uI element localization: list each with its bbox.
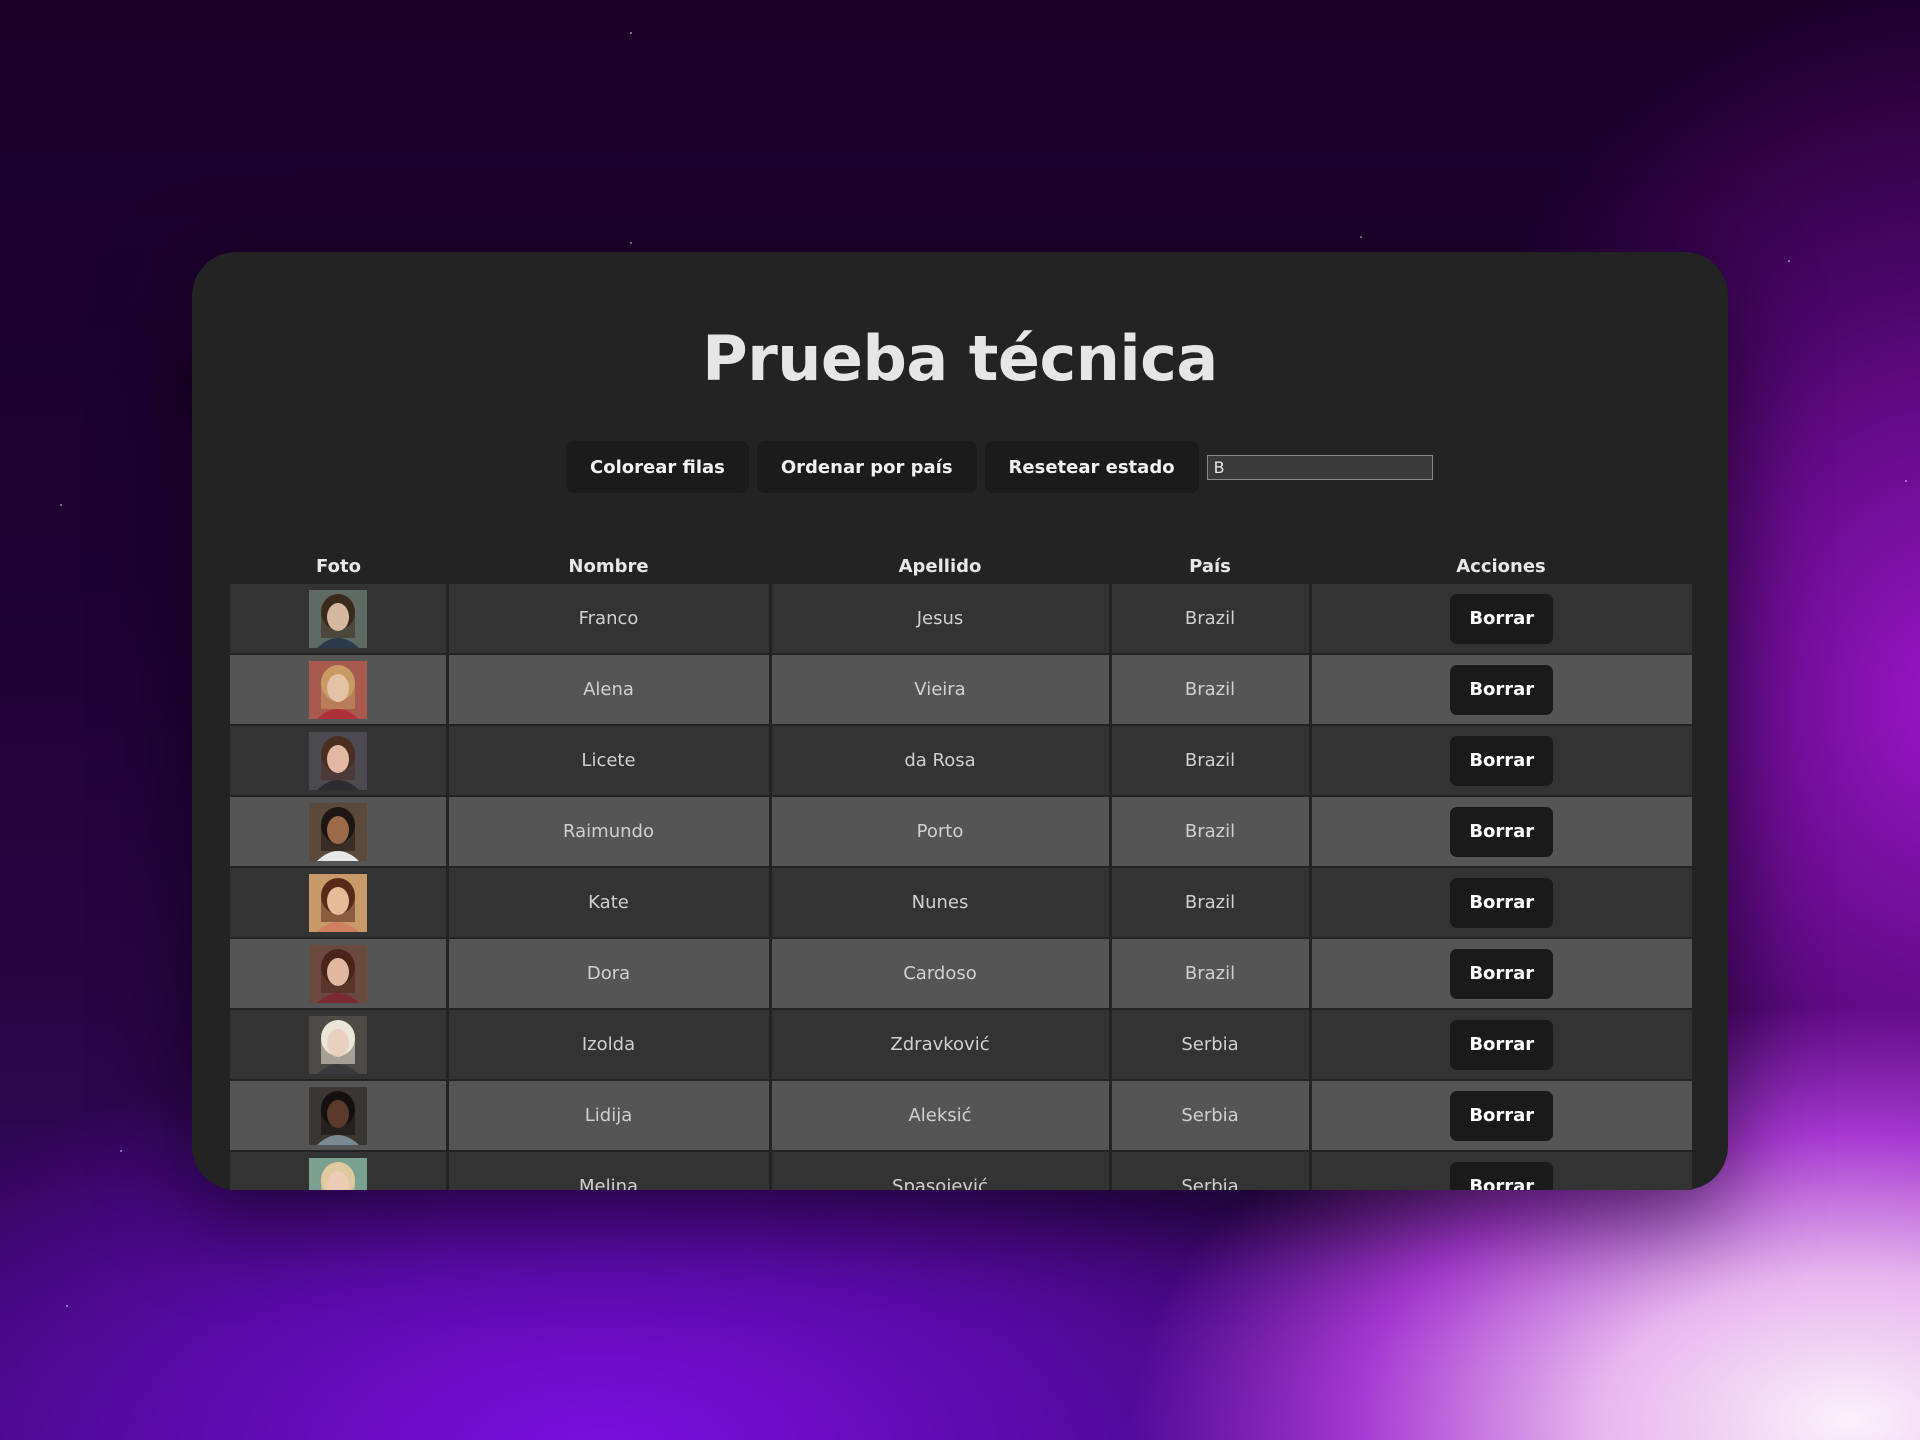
country-filter-input[interactable]	[1206, 454, 1433, 480]
first-name-cell: Lidija	[447, 1080, 772, 1152]
column-header-last-name[interactable]: Apellido	[770, 548, 1110, 584]
table-row: Franco Jesus Brazil Borrar	[230, 584, 1692, 655]
column-header-country[interactable]: País	[1110, 548, 1310, 584]
delete-button[interactable]: Borrar	[1450, 664, 1554, 715]
background-star	[1360, 236, 1362, 238]
last-name-cell: Porto	[770, 796, 1112, 868]
photo-cell	[230, 1009, 449, 1081]
avatar	[308, 589, 367, 648]
delete-button[interactable]: Borrar	[1450, 1019, 1554, 1070]
country-cell: Serbia	[1110, 1080, 1312, 1152]
avatar	[308, 1157, 367, 1190]
table-body: Franco Jesus Brazil Borrar Alena Vieira Brazil…	[230, 584, 1692, 1190]
last-name-cell: Aleksić	[770, 1080, 1112, 1152]
avatar	[308, 1015, 367, 1074]
country-cell: Brazil	[1110, 725, 1312, 797]
last-name-cell: Spasojević	[770, 1151, 1112, 1190]
actions-cell: Borrar	[1310, 867, 1692, 939]
users-table-container: Foto Nombre Apellido País Acciones Franc…	[230, 548, 1692, 1190]
avatar	[308, 802, 367, 861]
actions-cell: Borrar	[1310, 1009, 1692, 1081]
photo-cell	[230, 584, 449, 655]
sort-by-country-button[interactable]: Ordenar por país	[756, 441, 977, 493]
last-name-cell: Vieira	[770, 654, 1112, 726]
photo-cell	[230, 1151, 449, 1190]
photo-cell	[230, 654, 449, 726]
background-star	[120, 1150, 122, 1152]
actions-cell: Borrar	[1310, 1080, 1692, 1152]
page-title: Prueba técnica	[702, 322, 1218, 395]
first-name-cell: Raimundo	[447, 796, 772, 868]
table-row: Melina Spasojević Serbia Borrar	[230, 1151, 1692, 1190]
last-name-cell: da Rosa	[770, 725, 1112, 797]
table-row: Alena Vieira Brazil Borrar	[230, 654, 1692, 726]
country-cell: Brazil	[1110, 867, 1312, 939]
reset-state-button[interactable]: Resetear estado	[984, 441, 1199, 493]
actions-cell: Borrar	[1310, 1151, 1692, 1190]
avatar	[308, 1086, 367, 1145]
background-star	[66, 1305, 68, 1307]
column-header-photo[interactable]: Foto	[230, 548, 447, 584]
photo-cell	[230, 796, 449, 868]
last-name-cell: Jesus	[770, 584, 1112, 655]
first-name-cell: Kate	[447, 867, 772, 939]
last-name-cell: Cardoso	[770, 938, 1112, 1010]
avatar	[308, 944, 367, 1003]
photo-cell	[230, 867, 449, 939]
first-name-cell: Dora	[447, 938, 772, 1010]
toolbar: Colorear filas Ordenar por país Resetear…	[566, 441, 1433, 493]
country-cell: Brazil	[1110, 654, 1312, 726]
first-name-cell: Izolda	[447, 1009, 772, 1081]
avatar	[308, 731, 367, 790]
table-header-row: Foto Nombre Apellido País Acciones	[230, 548, 1692, 584]
column-header-first-name[interactable]: Nombre	[447, 548, 770, 584]
photo-cell	[230, 725, 449, 797]
country-cell: Brazil	[1110, 938, 1312, 1010]
table-row: Lidija Aleksić Serbia Borrar	[230, 1080, 1692, 1152]
delete-button[interactable]: Borrar	[1450, 593, 1554, 644]
first-name-cell: Franco	[447, 584, 772, 655]
avatar	[308, 660, 367, 719]
first-name-cell: Melina	[447, 1151, 772, 1190]
country-cell: Serbia	[1110, 1009, 1312, 1081]
first-name-cell: Alena	[447, 654, 772, 726]
background-star	[1905, 480, 1907, 482]
first-name-cell: Licete	[447, 725, 772, 797]
actions-cell: Borrar	[1310, 584, 1692, 655]
actions-cell: Borrar	[1310, 796, 1692, 868]
table-row: Dora Cardoso Brazil Borrar	[230, 938, 1692, 1010]
table-row: Raimundo Porto Brazil Borrar	[230, 796, 1692, 868]
table-row: Licete da Rosa Brazil Borrar	[230, 725, 1692, 797]
delete-button[interactable]: Borrar	[1450, 877, 1554, 928]
delete-button[interactable]: Borrar	[1450, 806, 1554, 857]
table-row: Kate Nunes Brazil Borrar	[230, 867, 1692, 939]
photo-cell	[230, 938, 449, 1010]
users-table: Foto Nombre Apellido País Acciones Franc…	[230, 548, 1692, 1190]
actions-cell: Borrar	[1310, 938, 1692, 1010]
delete-button[interactable]: Borrar	[1450, 735, 1554, 786]
avatar	[308, 873, 367, 932]
actions-cell: Borrar	[1310, 654, 1692, 726]
actions-cell: Borrar	[1310, 725, 1692, 797]
country-cell: Serbia	[1110, 1151, 1312, 1190]
background-star	[630, 242, 632, 244]
last-name-cell: Zdravković	[770, 1009, 1112, 1081]
photo-cell	[230, 1080, 449, 1152]
color-rows-button[interactable]: Colorear filas	[566, 441, 749, 493]
delete-button[interactable]: Borrar	[1450, 948, 1554, 999]
column-header-actions: Acciones	[1456, 555, 1546, 577]
table-row: Izolda Zdravković Serbia Borrar	[230, 1009, 1692, 1081]
delete-button[interactable]: Borrar	[1450, 1090, 1554, 1141]
background-star	[60, 504, 62, 506]
background-star	[1788, 260, 1790, 262]
delete-button[interactable]: Borrar	[1450, 1161, 1554, 1190]
country-cell: Brazil	[1110, 584, 1312, 655]
last-name-cell: Nunes	[770, 867, 1112, 939]
background-star	[630, 32, 632, 34]
country-cell: Brazil	[1110, 796, 1312, 868]
